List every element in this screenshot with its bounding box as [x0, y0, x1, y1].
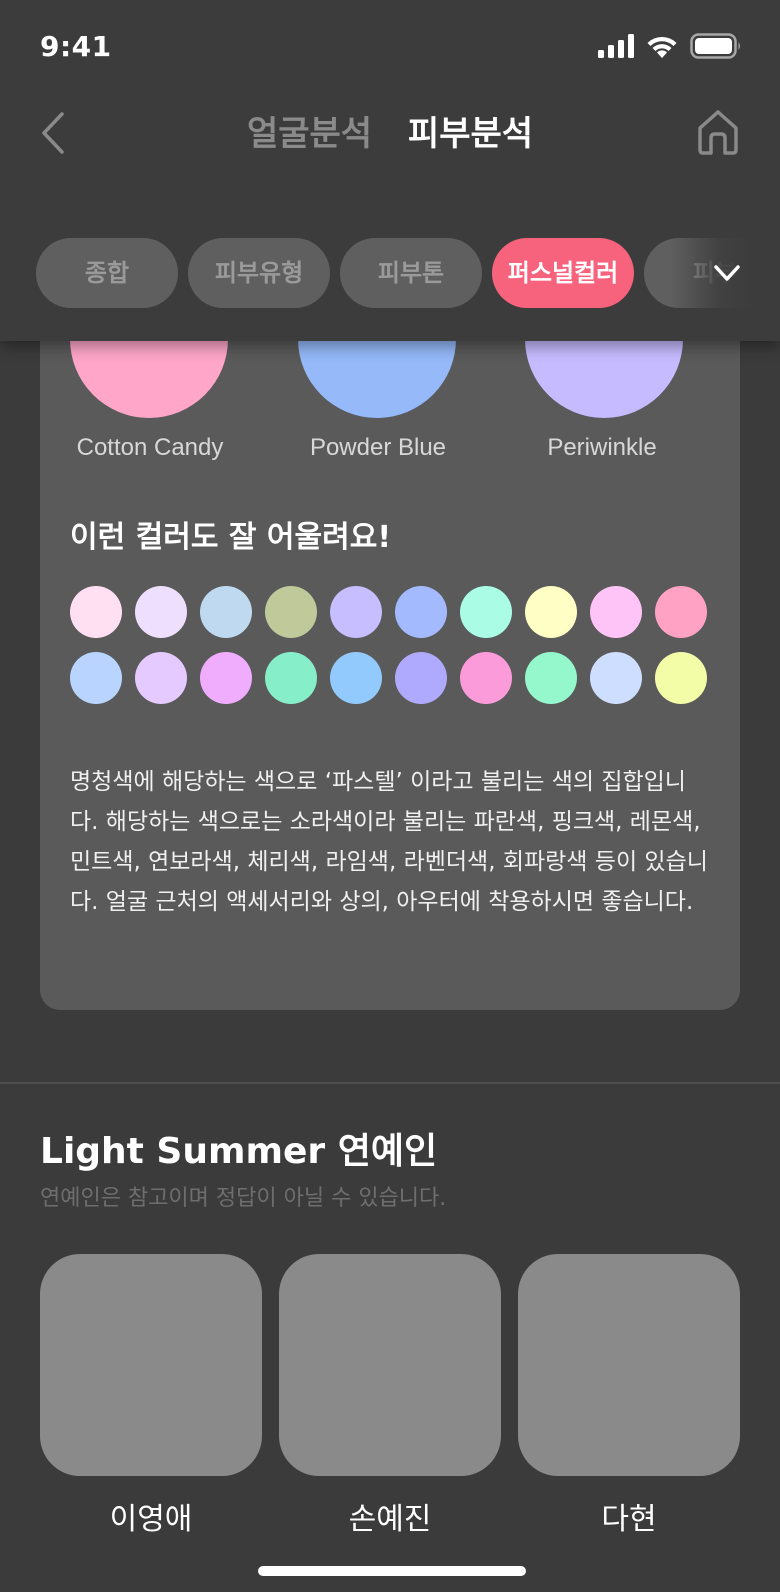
color-dot: [70, 586, 122, 638]
celeb-photo: [40, 1254, 262, 1476]
category-chips: 종합피부유형피부톤퍼스널컬러피부: [36, 238, 780, 308]
color-dot: [135, 652, 187, 704]
celeb-section-title: Light Summer 연예인: [40, 1131, 438, 1172]
home-icon[interactable]: [696, 108, 740, 156]
chevron-down-icon[interactable]: [712, 256, 742, 290]
color-dot: [590, 586, 642, 638]
color-dot: [590, 652, 642, 704]
celeb-card[interactable]: 이영애: [40, 1254, 262, 1538]
color-dot-row: [70, 652, 720, 704]
color-dot: [525, 586, 577, 638]
color-dot: [265, 652, 317, 704]
swatch-label: Periwinkle: [547, 434, 657, 461]
color-dot: [330, 586, 382, 638]
color-dot: [395, 586, 447, 638]
status-bar: 9:41: [0, 0, 780, 92]
recommend-subtitle: 이런 컬러도 잘 어울려요!: [70, 520, 392, 555]
color-dot: [265, 586, 317, 638]
color-dot: [655, 586, 707, 638]
chip-personal-color[interactable]: 퍼스널컬러: [492, 238, 634, 308]
celeb-card[interactable]: 손예진: [279, 1254, 501, 1538]
color-dot: [395, 652, 447, 704]
celeb-grid: 이영애 손예진 다현: [40, 1254, 740, 1538]
swatch-label: Cotton Candy: [76, 434, 224, 461]
home-indicator[interactable]: [258, 1566, 526, 1576]
celeb-photo: [518, 1254, 740, 1476]
color-dot: [200, 652, 252, 704]
nav-tabs: 얼굴분석 피부분석: [0, 106, 780, 155]
screen: Cotton Candy Powder Blue Periwinkle 이런 컬…: [0, 0, 780, 1592]
celeb-name: 이영애: [109, 1502, 193, 1537]
color-dot: [200, 586, 252, 638]
status-icons: [598, 33, 742, 59]
color-dot-row: [70, 586, 720, 638]
personal-color-card: Cotton Candy Powder Blue Periwinkle 이런 컬…: [40, 300, 740, 1010]
status-time: 9:41: [40, 30, 112, 63]
celeb-section-subtitle: 연예인은 참고이며 정답이 아닐 수 있습니다.: [40, 1186, 447, 1211]
nav-bar: 얼굴분석 피부분석: [0, 92, 780, 172]
color-description: 명청색에 해당하는 색으로 ‘파스텔’ 이라고 불리는 색의 집합입니다. 해당…: [70, 769, 708, 915]
chip-skin-type[interactable]: 피부유형: [188, 238, 330, 308]
color-dot: [330, 652, 382, 704]
tab-face-analysis[interactable]: 얼굴분석: [247, 106, 372, 155]
color-dot: [460, 586, 512, 638]
chip-skin-tone[interactable]: 피부톤: [340, 238, 482, 308]
celeb-photo: [279, 1254, 501, 1476]
color-dot: [135, 586, 187, 638]
wifi-icon: [647, 36, 677, 58]
color-dot-grid: [70, 586, 720, 718]
chip-overall[interactable]: 종합: [36, 238, 178, 308]
header: 9:41 얼굴분석 피부분석 종합 피부유형 피부톤 퍼스널컬러: [0, 0, 780, 341]
color-dot: [525, 652, 577, 704]
swatch-label: Powder Blue: [309, 434, 447, 461]
color-dot: [70, 652, 122, 704]
signal-icon: [598, 34, 634, 58]
battery-icon: [690, 33, 740, 59]
celeb-name: 다현: [601, 1502, 657, 1537]
color-dot: [655, 652, 707, 704]
celeb-name: 손예진: [348, 1502, 432, 1537]
section-divider: [0, 1082, 780, 1084]
color-dot: [460, 652, 512, 704]
tab-skin-analysis[interactable]: 피부분석: [408, 106, 533, 155]
celeb-card[interactable]: 다현: [518, 1254, 740, 1538]
